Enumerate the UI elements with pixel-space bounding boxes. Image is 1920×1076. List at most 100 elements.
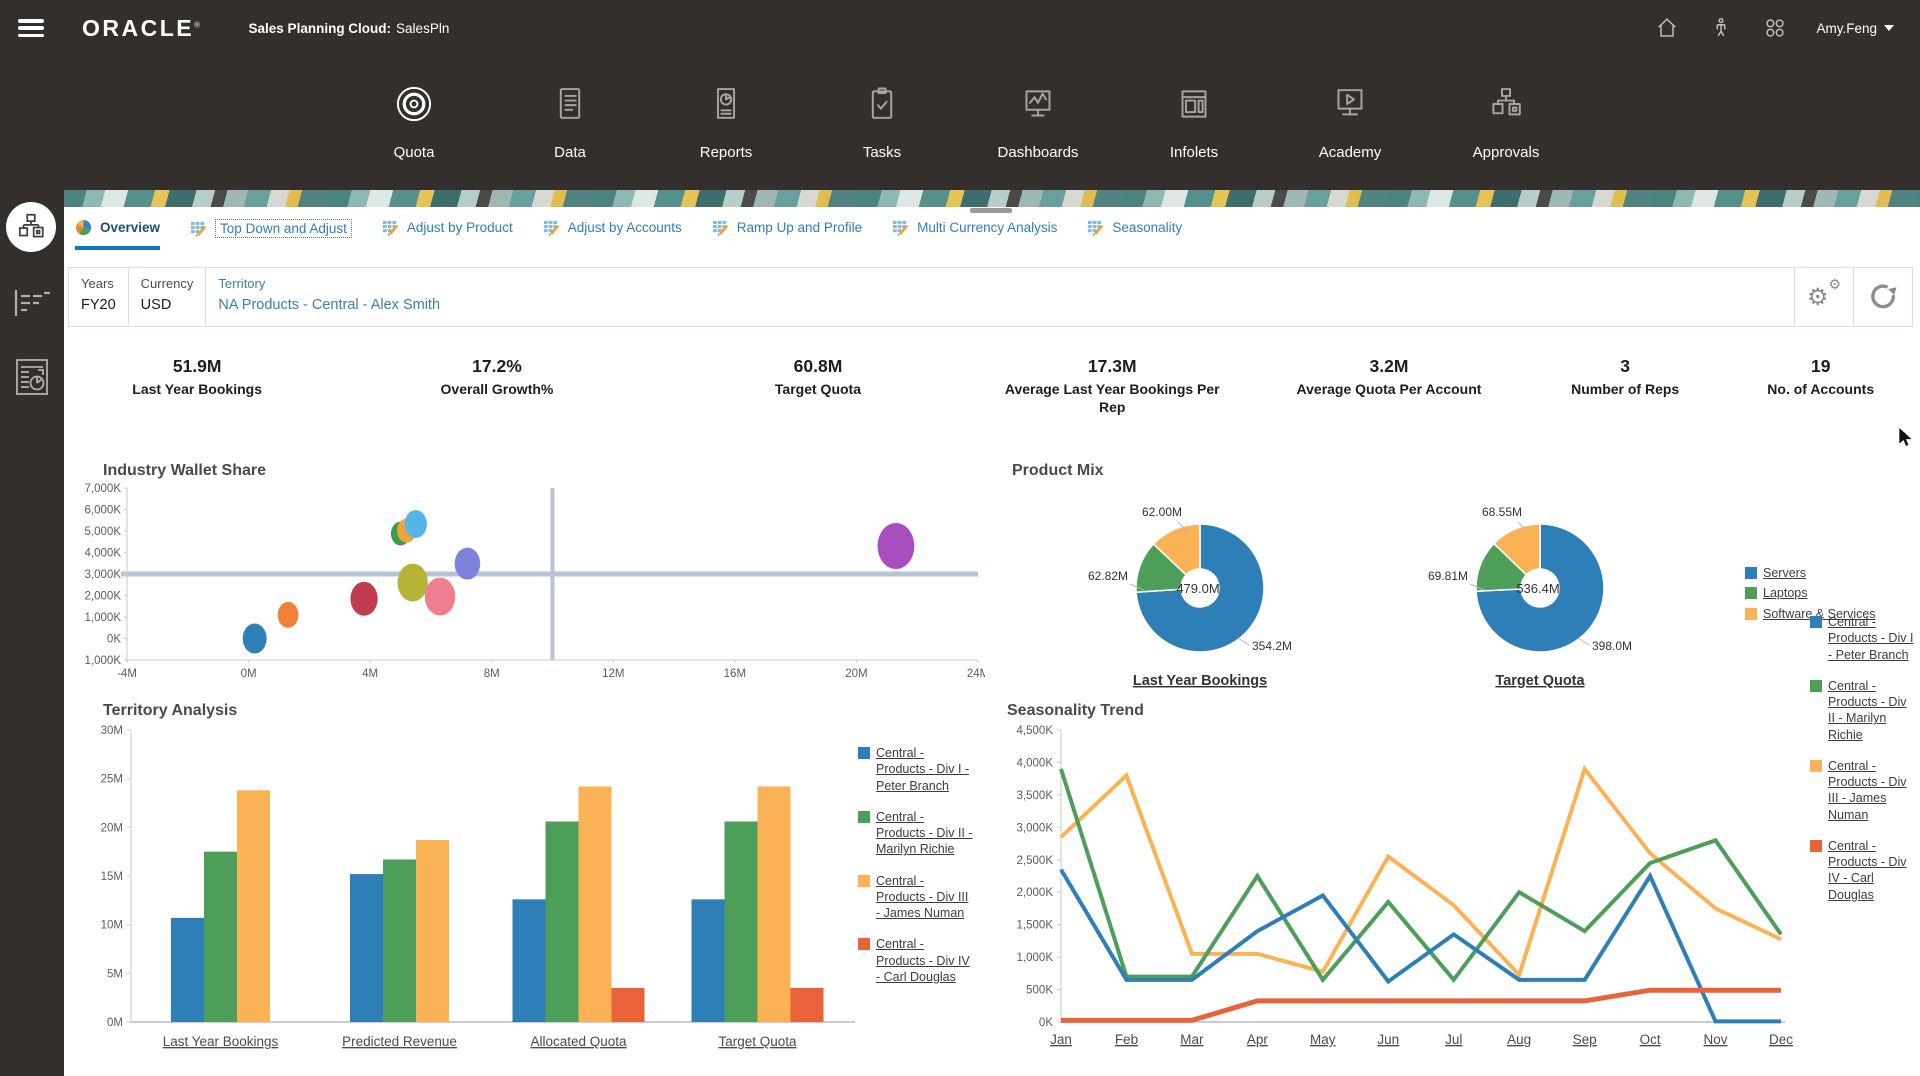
bar[interactable] [725,821,758,1022]
refresh-button[interactable] [1853,268,1912,326]
sidebar-item-org-chart[interactable] [6,202,56,252]
month-link[interactable]: Apr [1247,1032,1269,1047]
month-link[interactable]: May [1310,1032,1336,1047]
tab-seasonality[interactable]: Seasonality [1087,219,1182,246]
bar[interactable] [513,899,546,1022]
bar[interactable] [416,840,449,1022]
month-link[interactable]: Jun [1377,1032,1399,1047]
svg-text:536.4M: 536.4M [1516,581,1559,596]
tab-adjust-by-accounts[interactable]: Adjust by Accounts [543,219,682,246]
bubble[interactable] [350,582,377,616]
svg-text:4,500K: 4,500K [1017,725,1054,737]
bubble[interactable] [455,548,481,580]
bar[interactable] [383,859,416,1022]
bubble[interactable] [278,602,299,628]
pov-years[interactable]: Years FY20 [69,268,129,326]
bubble[interactable] [397,564,427,602]
month-link[interactable]: Aug [1507,1032,1531,1047]
bar[interactable] [237,790,270,1022]
category-link[interactable]: Last Year Bookings [163,1034,279,1049]
tab-adjust-by-product[interactable]: Adjust by Product [382,219,513,246]
legend-item[interactable]: Central - Products - Div II - Marilyn Ri… [858,809,978,858]
bar[interactable] [350,874,383,1022]
bubble[interactable] [405,510,427,538]
legend-item[interactable]: Laptops [1745,585,1876,601]
registered-mark: ® [194,20,202,29]
bar[interactable] [612,988,645,1022]
legend-item[interactable]: Central - Products - Div III - James Num… [1810,758,1915,823]
donut-link[interactable]: Last Year Bookings [1133,673,1267,689]
bubble[interactable] [243,624,267,654]
bar[interactable] [204,852,237,1022]
nav-item-data[interactable]: Data [492,56,648,190]
nav-item-approvals[interactable]: Approvals [1428,56,1584,190]
nav-item-tasks[interactable]: Tasks [804,56,960,190]
legend-item[interactable]: Central - Products - Div IV - Carl Dougl… [858,936,978,985]
legend-item[interactable]: Central - Products - Div II - Marilyn Ri… [1810,678,1915,743]
legend-item[interactable]: Central - Products - Div IV - Carl Dougl… [1810,838,1915,903]
month-link[interactable]: Dec [1769,1032,1793,1047]
legend-item[interactable]: Servers [1745,565,1876,581]
sheet-pencil-icon [1087,219,1104,236]
accessibility-person-icon[interactable] [1708,15,1734,41]
tab-overview[interactable]: Overview [75,219,160,250]
svg-text:2,500K: 2,500K [1017,855,1054,867]
svg-text:69.81M: 69.81M [1428,569,1468,583]
product-mix: Product Mix 479.0M62.00M62.82M354.2MLast… [1010,462,1910,694]
category-link[interactable]: Allocated Quota [530,1034,627,1049]
tab-multi-currency-analysis[interactable]: Multi Currency Analysis [892,219,1057,246]
pov-currency[interactable]: Currency USD [129,268,207,326]
legend-swatch [858,875,870,887]
category-link[interactable]: Predicted Revenue [342,1034,457,1049]
legend-label: Central - Products - Div IV - Carl Dougl… [876,936,974,985]
tab-top-down-and-adjust[interactable]: Top Down and Adjust [190,219,352,248]
nav-item-dashboards[interactable]: Dashboards [960,56,1116,190]
user-menu[interactable]: Amy.Feng [1816,21,1894,36]
legend-item[interactable]: Central - Products - Div I - Peter Branc… [858,745,978,794]
donut-link[interactable]: Target Quota [1495,673,1585,689]
bar[interactable] [758,786,791,1022]
nav-item-academy[interactable]: Academy [1272,56,1428,190]
tab-label: Top Down and Adjust [215,219,352,238]
bubble[interactable] [425,578,455,616]
bar[interactable] [579,786,612,1022]
bar[interactable] [791,988,824,1022]
nav-item-reports[interactable]: Reports [648,56,804,190]
pov-territory[interactable]: Territory NA Products - Central - Alex S… [206,268,452,326]
category-link[interactable]: Target Quota [718,1034,797,1049]
settings-button[interactable]: ⚙⚙ [1794,268,1853,326]
nav-item-quota[interactable]: Quota [336,56,492,190]
svg-text:20M: 20M [101,822,123,834]
seasonality-plot: 0K500K1,000K1,500K2,000K2,500K3,000K3,50… [1005,722,1915,1059]
apps-grid-icon[interactable] [1762,15,1788,41]
legend-item[interactable]: Central - Products - Div I - Peter Branc… [1810,614,1915,663]
month-link[interactable]: Sep [1573,1032,1597,1047]
bar[interactable] [171,918,204,1022]
nav-item-infolets[interactable]: Infolets [1116,56,1272,190]
report-document-icon [703,114,749,131]
month-link[interactable]: Mar [1180,1032,1204,1047]
legend-item[interactable]: Central - Products - Div III - James Num… [858,873,978,922]
trend-line[interactable] [1061,769,1781,975]
nav-label: Infolets [1116,144,1272,161]
month-link[interactable]: Jan [1050,1032,1072,1047]
bubble[interactable] [878,523,915,569]
month-link[interactable]: Feb [1115,1032,1138,1047]
sidebar-item-report[interactable] [15,358,49,396]
panel-drag-handle[interactable] [970,208,1012,213]
tab-label: Adjust by Accounts [568,220,682,235]
month-link[interactable]: Nov [1704,1032,1728,1047]
hamburger-menu-icon[interactable] [18,19,44,37]
bar[interactable] [546,821,579,1022]
home-icon[interactable] [1654,15,1680,41]
month-link[interactable]: Jul [1445,1032,1462,1047]
svg-text:2,000K: 2,000K [1017,887,1054,899]
sidebar-item-outline[interactable] [13,288,51,318]
tab-ramp-up-and-profile[interactable]: Ramp Up and Profile [712,219,862,246]
legend-swatch [858,747,870,759]
month-link[interactable]: Oct [1640,1032,1661,1047]
trend-line[interactable] [1061,990,1781,1020]
bar[interactable] [692,899,725,1022]
territory-legend: Central - Products - Div I - Peter Branc… [858,745,978,1000]
sheet-pencil-icon [543,219,560,236]
